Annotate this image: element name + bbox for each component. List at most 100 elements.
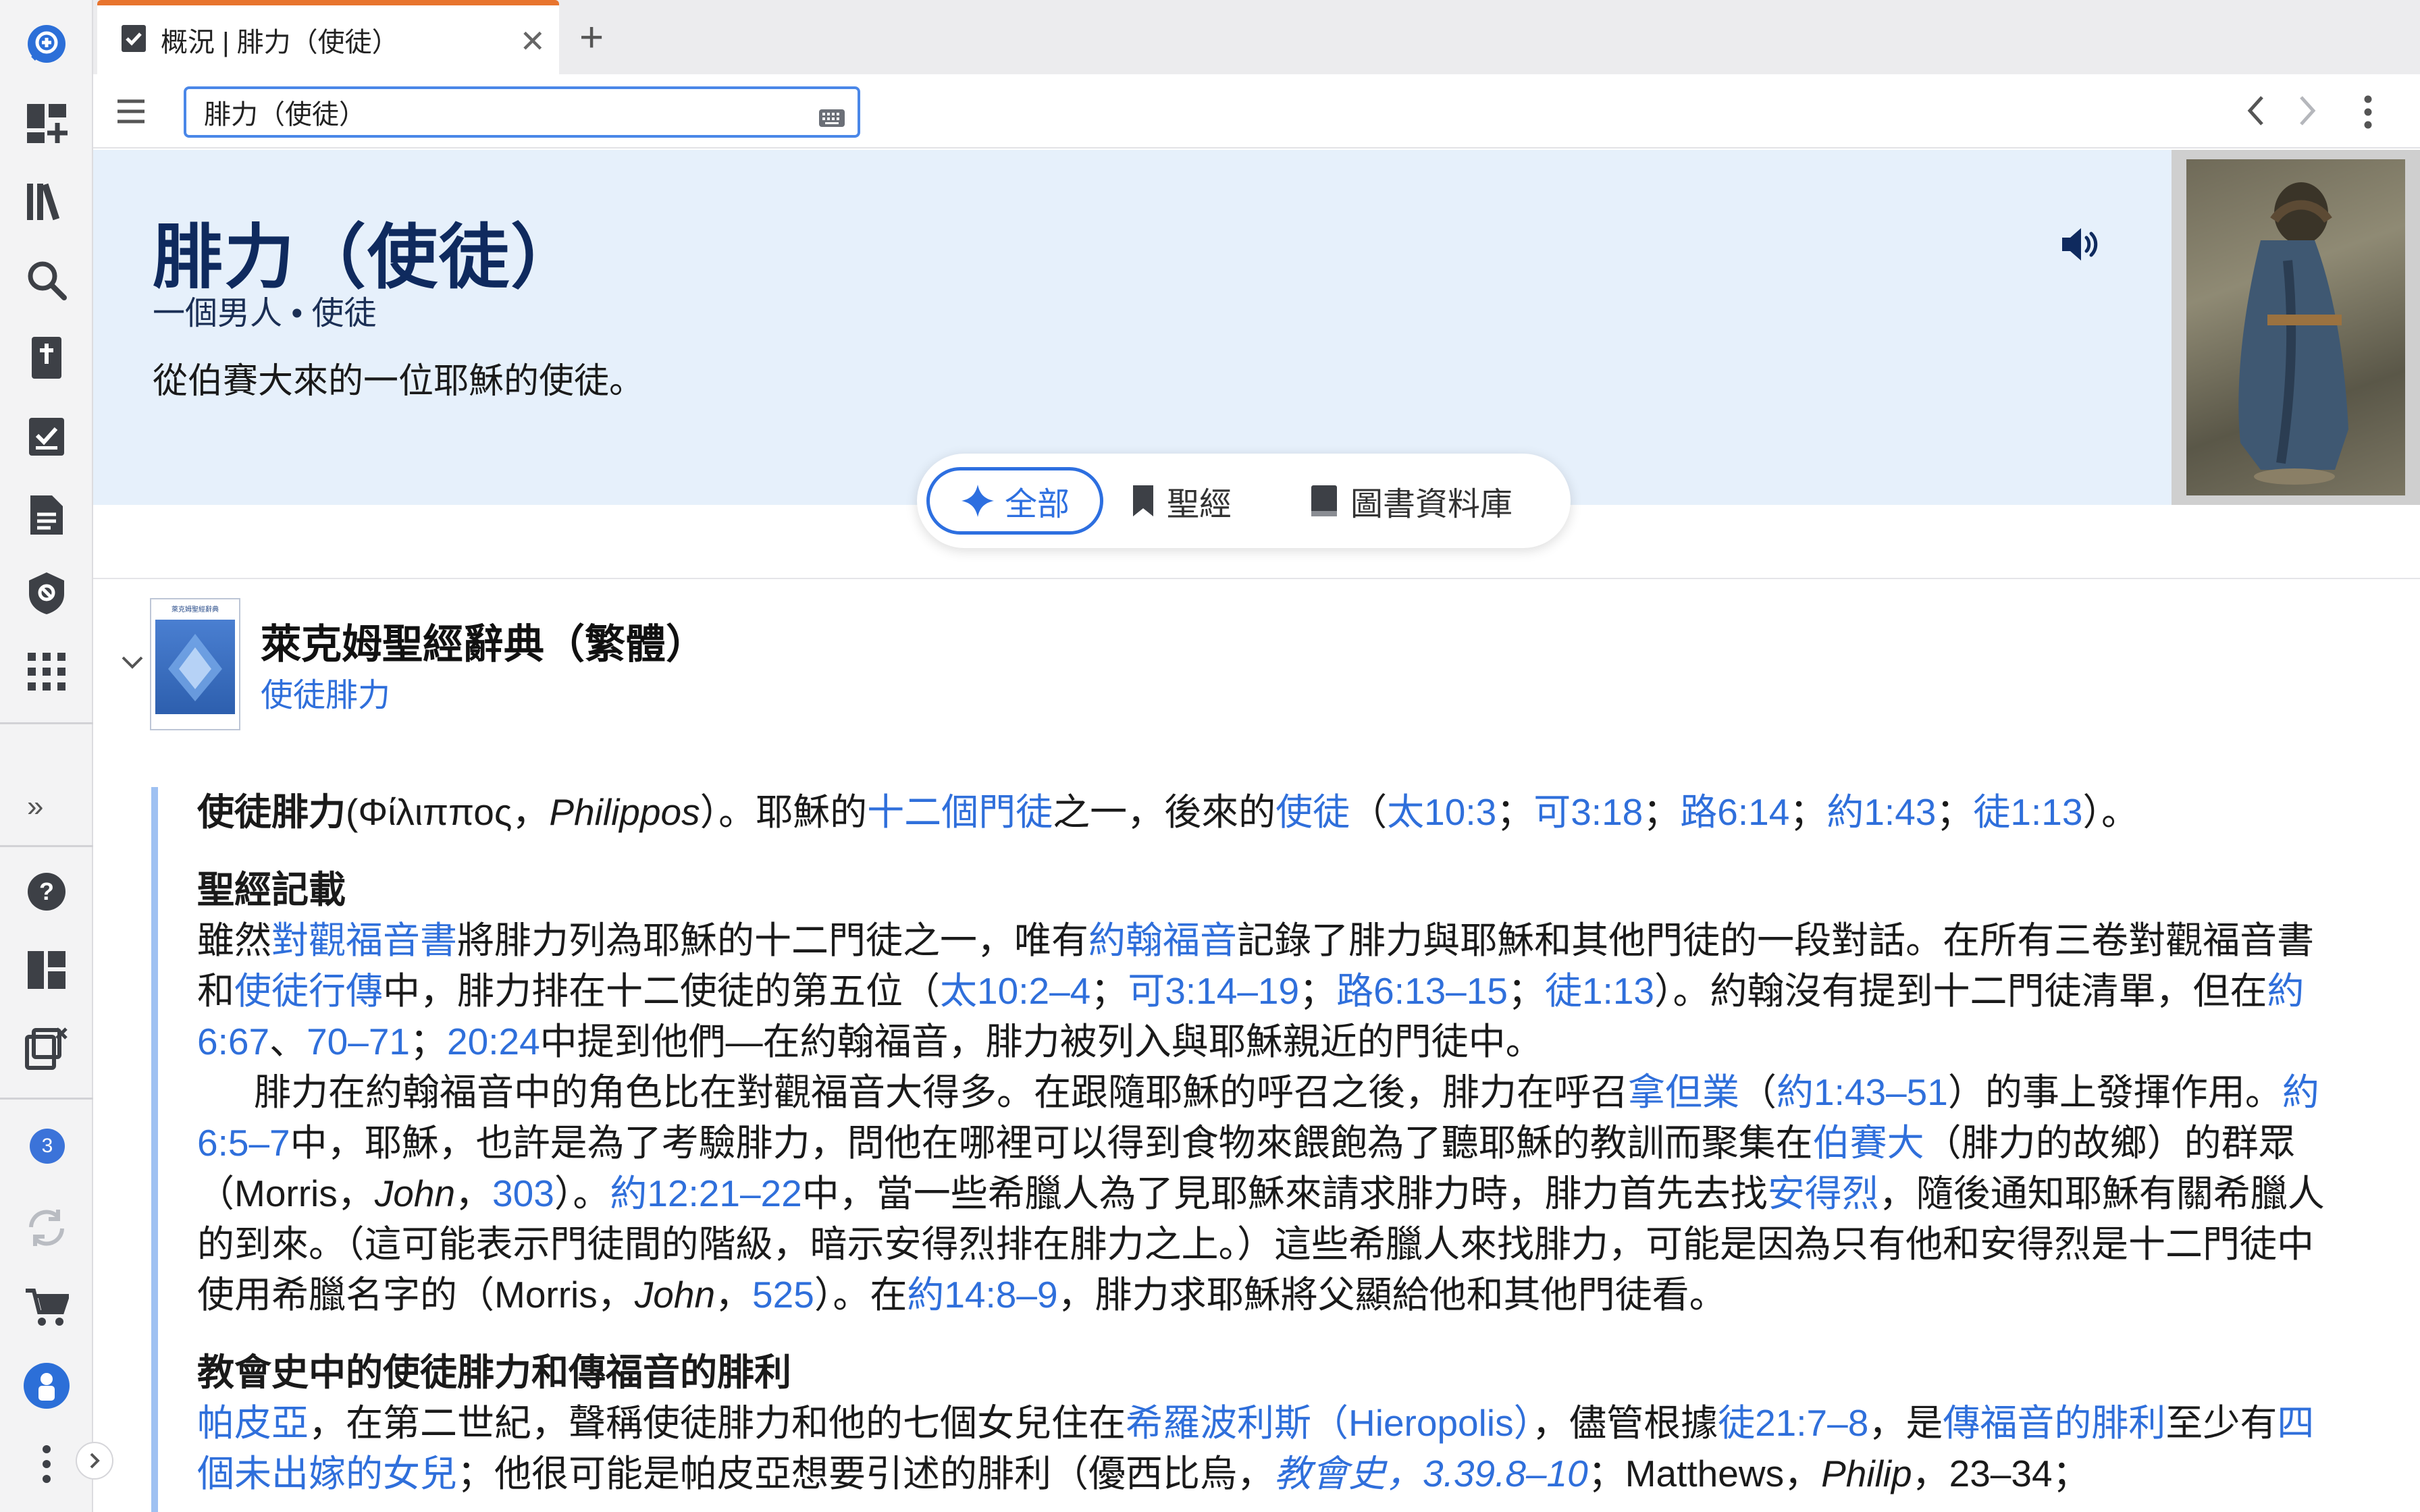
- link[interactable]: 對觀福音書: [271, 919, 457, 961]
- bible-ref-link[interactable]: 約12:21–22: [610, 1172, 801, 1214]
- rail-divider: [0, 845, 93, 847]
- link[interactable]: 使徒行傳: [234, 970, 383, 1012]
- cover-art: [155, 620, 235, 714]
- filter-all-label: 全部: [1004, 487, 1070, 522]
- link[interactable]: 十二個門徒: [867, 791, 1053, 833]
- library-icon[interactable]: [16, 171, 77, 232]
- bible-ref-link[interactable]: 徒1:13: [1545, 970, 1654, 1012]
- account-icon[interactable]: [16, 1355, 77, 1416]
- keyboard-icon[interactable]: [818, 104, 845, 134]
- filter-bible-label: 聖經: [1167, 487, 1232, 522]
- link[interactable]: 教會史，3.39.8–10: [1274, 1453, 1588, 1494]
- back-arrow-icon[interactable]: [2244, 93, 2267, 132]
- sync-icon[interactable]: [16, 1197, 77, 1258]
- rail-divider: [0, 1098, 93, 1100]
- guide-icon[interactable]: [16, 563, 77, 624]
- bible-ref-link[interactable]: 太10:3: [1387, 791, 1496, 833]
- link[interactable]: 安得烈: [1768, 1172, 1879, 1214]
- new-tab-button[interactable]: +: [579, 14, 604, 61]
- book-icon: [1311, 485, 1337, 516]
- close-tab-icon[interactable]: ✕: [519, 23, 546, 59]
- filter-pills: 全部 聖經 圖書資料庫: [917, 454, 1571, 548]
- filter-library-label: 圖書資料庫: [1350, 487, 1513, 522]
- bible-ref-link[interactable]: 路6:13–15: [1336, 970, 1508, 1012]
- bible-ref-link[interactable]: 約1:43–51: [1777, 1071, 1948, 1113]
- link[interactable]: 傳福音的腓利: [1943, 1402, 2165, 1444]
- bible-ref-link[interactable]: 約14:8–9: [907, 1274, 1057, 1316]
- topic-header: 腓力（使徒） 一個男人 • 使徒 從伯賽大來的一位耶穌的使徒。: [93, 150, 2420, 505]
- bible-ref-link[interactable]: 20:24: [447, 1021, 540, 1062]
- article-heading-link[interactable]: 使徒腓力: [261, 668, 390, 716]
- bible-ref-link[interactable]: 約1:43: [1826, 791, 1936, 833]
- link[interactable]: 帕皮亞: [197, 1402, 309, 1444]
- reading-plan-icon[interactable]: [16, 406, 77, 467]
- topic-search-input[interactable]: 腓力（使徒）: [184, 86, 860, 138]
- paragraph: 帕皮亞，在第二世紀，聲稱使徒腓力和他的七個女兒住在希羅波利斯（Hieropoli…: [197, 1402, 2315, 1494]
- topic-subtitle: 一個男人 • 使徒: [153, 296, 377, 331]
- tab-title: 概況 | 腓力（使徒）: [161, 28, 399, 57]
- article-body: 使徒腓力(Φίλιππος，Philippos）。耶穌的十二個門徒之一，後來的使…: [151, 787, 2339, 1512]
- page-ref-link[interactable]: 303: [492, 1172, 554, 1214]
- bible-ref-link[interactable]: 徒21:7–8: [1718, 1402, 1868, 1444]
- dashboard-add-icon[interactable]: [16, 93, 77, 154]
- section-heading: 教會史中的使徒腓力和傳福音的腓利: [197, 1351, 792, 1393]
- paragraph: 雖然對觀福音書將腓力列為耶穌的十二門徒之一，唯有約翰福音記錄了腓力與耶穌和其他門…: [197, 919, 2315, 1062]
- bible-icon[interactable]: [16, 328, 77, 389]
- link[interactable]: 使徒: [1275, 791, 1350, 833]
- link[interactable]: 約翰福音: [1088, 919, 1237, 961]
- toolbar: 腓力（使徒）: [93, 74, 2420, 148]
- close-panels-icon[interactable]: [16, 1018, 77, 1079]
- resource-cover[interactable]: 萊克姆聖經辭典: [150, 598, 240, 730]
- expand-rail-icon[interactable]: »: [27, 790, 43, 824]
- tab-strip: 概況 | 腓力（使徒） ✕ +: [93, 0, 2420, 74]
- filter-bible-button[interactable]: 聖經: [1132, 467, 1232, 535]
- search-input-value: 腓力（使徒）: [204, 100, 366, 130]
- chevron-right-icon[interactable]: [76, 1442, 113, 1480]
- link[interactable]: 希羅波利斯（Hieropolis）: [1126, 1402, 1532, 1444]
- bible-ref-link[interactable]: 可3:18: [1533, 791, 1643, 833]
- portrait-image[interactable]: [2172, 150, 2420, 505]
- cart-icon[interactable]: [16, 1277, 77, 1338]
- left-rail: » ? 3: [0, 0, 113, 1512]
- cover-title: 萊克姆聖經辭典: [172, 606, 219, 614]
- chevron-down-icon[interactable]: [120, 655, 144, 674]
- bible-ref-link[interactable]: 70–71: [307, 1021, 410, 1062]
- search-icon[interactable]: [16, 250, 77, 310]
- rail-more-icon[interactable]: [16, 1434, 77, 1494]
- page-ref-link[interactable]: 525: [752, 1274, 814, 1316]
- section-divider: [93, 578, 2420, 579]
- filter-all-button[interactable]: 全部: [926, 467, 1103, 535]
- rail-divider: [0, 722, 93, 724]
- notification-badge[interactable]: 3: [30, 1129, 65, 1164]
- bible-ref-link[interactable]: 太10:2–4: [940, 970, 1090, 1012]
- topic-description: 從伯賽大來的一位耶穌的使徒。: [153, 362, 645, 401]
- search-logos-icon[interactable]: [16, 15, 77, 76]
- link[interactable]: 伯賽大: [1813, 1122, 1924, 1164]
- layout-icon[interactable]: [16, 940, 77, 1000]
- apostle-painting: [2186, 159, 2405, 495]
- help-icon[interactable]: ?: [16, 861, 77, 922]
- apps-grid-icon[interactable]: [16, 641, 77, 702]
- more-options-icon[interactable]: [2363, 94, 2373, 133]
- resource-title[interactable]: 萊克姆聖經辭典（繁體）: [261, 612, 706, 670]
- paragraph: 腓力在約翰福音中的角色比在對觀福音大得多。在跟隨耶穌的呼召之後，腓力在呼召拿但業…: [197, 1071, 2325, 1316]
- document-icon[interactable]: [16, 485, 77, 545]
- bible-ref-link[interactable]: 徒1:13: [1973, 791, 2082, 833]
- article-lead: 使徒腓力(Φίλιππος，Philippos）。耶穌的十二個門徒之一，後來的使…: [197, 791, 2138, 833]
- link[interactable]: 拿但業: [1628, 1071, 1739, 1113]
- speaker-icon[interactable]: [2059, 225, 2101, 267]
- bible-ref-link[interactable]: 可3:14–19: [1128, 970, 1299, 1012]
- section-heading: 聖經記載: [197, 869, 346, 911]
- bible-ref-link[interactable]: 路6:14: [1680, 791, 1789, 833]
- filter-library-button[interactable]: 圖書資料庫: [1310, 467, 1512, 535]
- tab-factbook[interactable]: 概況 | 腓力（使徒） ✕: [97, 0, 559, 74]
- bookmark-icon: [1133, 485, 1153, 516]
- headword: 使徒腓力: [197, 791, 346, 833]
- svg-text:?: ?: [39, 878, 54, 905]
- sparkle-icon: [961, 485, 994, 517]
- hamburger-menu-icon[interactable]: [116, 99, 146, 128]
- factbook-icon: [120, 24, 147, 57]
- forward-arrow-icon[interactable]: [2296, 93, 2319, 132]
